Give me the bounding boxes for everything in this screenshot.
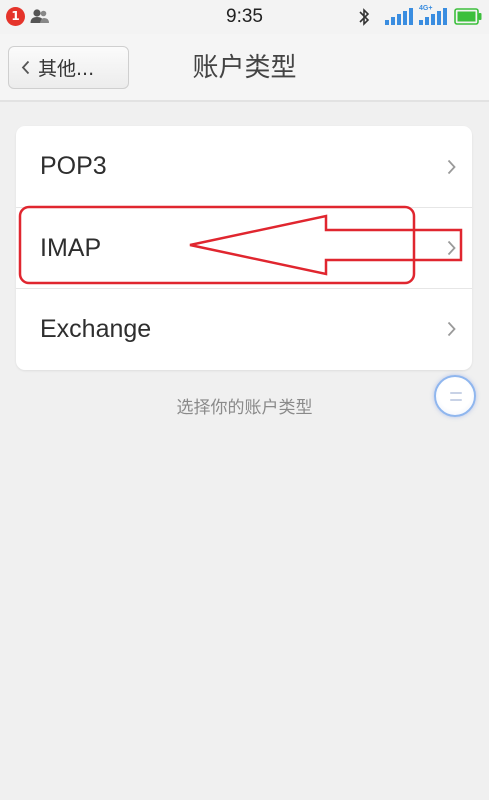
chevron-right-icon: [447, 159, 456, 174]
account-type-hint: 选择你的账户类型: [176, 398, 313, 418]
floating-assistant-button[interactable]: [434, 375, 476, 417]
account-type-exchange[interactable]: Exchange: [16, 288, 472, 369]
chevron-left-icon: [21, 60, 30, 75]
battery-icon: [454, 8, 482, 25]
chevron-right-icon: [447, 321, 456, 337]
account-type-pop3[interactable]: POP3: [16, 126, 472, 207]
account-type-imap[interactable]: IMAP: [16, 207, 472, 288]
list-item-label: POP3: [40, 152, 107, 180]
list-item-label: IMAP: [40, 233, 102, 262]
chevron-right-icon: [447, 240, 456, 256]
status-bar: 1 9:35 4G+: [0, 0, 489, 34]
navigation-bar: 其他... 账户类型: [0, 34, 489, 102]
status-time: 9:35: [226, 6, 263, 27]
signal-strength-2-icon: [419, 8, 447, 25]
back-button-label: 其他...: [38, 58, 95, 80]
signal-strength-icon: [385, 8, 413, 25]
account-type-list: POP3 IMAP Exchange: [16, 126, 472, 370]
back-button[interactable]: 其他...: [8, 46, 129, 89]
list-item-label: Exchange: [40, 314, 152, 343]
bluetooth-icon: [359, 8, 370, 26]
